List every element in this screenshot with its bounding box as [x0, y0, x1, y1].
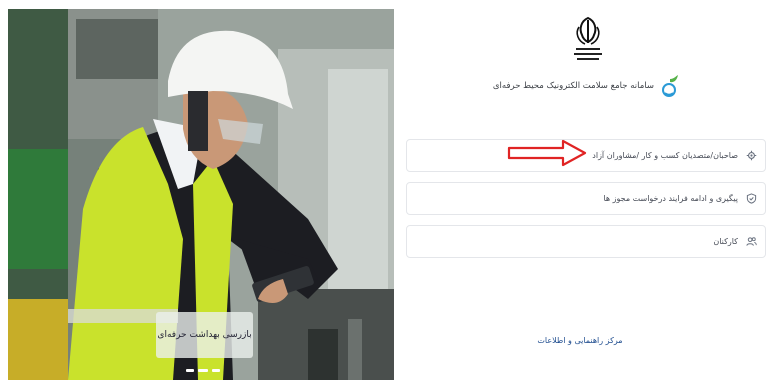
health-logo-icon — [662, 75, 678, 97]
slide-dot[interactable] — [212, 369, 220, 372]
gear-icon — [746, 150, 757, 161]
slide-caption: بازرسی بهداشت حرفه‌ای — [156, 312, 253, 358]
option-track-license[interactable]: پیگیری و ادامه فرایند درخواست مجوز ها — [406, 182, 766, 215]
option-label: صاحبان/متصدیان کسب و کار /مشاوران آزاد — [592, 151, 738, 160]
help-center-link[interactable]: مرکز راهنمایی و اطلاعات — [528, 336, 632, 345]
slide-indicators — [186, 369, 220, 372]
option-staff[interactable]: کارکنان — [406, 225, 766, 258]
iran-emblem-icon — [574, 16, 602, 60]
option-label: کارکنان — [713, 237, 738, 246]
slide-dot[interactable] — [186, 369, 194, 372]
red-arrow-annotation — [507, 139, 587, 167]
hero-photo: بازرسی بهداشت حرفه‌ای — [8, 9, 394, 380]
shield-icon — [746, 193, 757, 204]
option-label: پیگیری و ادامه فرایند درخواست مجوز ها — [603, 194, 738, 203]
users-icon — [746, 237, 757, 246]
system-title: سامانه جامع سلامت الکترونیک محیط حرفه‌ای — [492, 81, 654, 91]
system-header: سامانه جامع سلامت الکترونیک محیط حرفه‌ای — [490, 72, 680, 100]
slide-dot-active[interactable] — [198, 369, 208, 372]
